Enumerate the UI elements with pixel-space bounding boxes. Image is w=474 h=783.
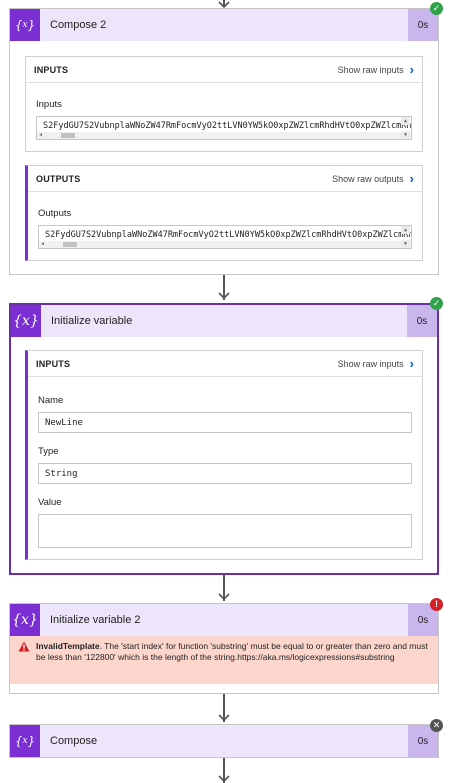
scrollbar-thumb[interactable]	[63, 242, 77, 247]
action-card-initialize-variable-2[interactable]: {x} Initialize variable 2 0s InvalidTemp…	[9, 603, 439, 694]
type-label: Type	[38, 446, 59, 457]
name-value: NewLine	[45, 417, 83, 428]
scroll-down-icon[interactable]: ▼	[401, 131, 410, 139]
scroll-left-icon[interactable]: ◀	[41, 241, 44, 248]
error-code: InvalidTemplate	[36, 641, 100, 651]
show-raw-inputs-link[interactable]: Show raw inputs ›	[338, 357, 414, 370]
chevron-right-icon: ›	[409, 356, 414, 371]
action-title: Initialize variable 2	[50, 614, 141, 626]
arrow-down-icon	[218, 714, 230, 722]
warning-icon	[18, 641, 30, 652]
chevron-right-icon: ›	[409, 62, 414, 77]
show-raw-inputs-label: Show raw inputs	[337, 64, 404, 75]
duration-badge: 0s	[407, 305, 437, 337]
horizontal-scrollbar[interactable]: ◀	[37, 132, 411, 139]
type-value: String	[45, 468, 78, 479]
action-header[interactable]: {x} Initialize variable 2 0s	[10, 604, 438, 636]
inputs-panel: INPUTS Show raw inputs › Name NewLine Ty…	[25, 350, 423, 560]
scroll-left-icon[interactable]: ◀	[39, 132, 42, 139]
arrow-down-icon	[218, 593, 230, 601]
action-header[interactable]: {x} Compose 0s	[10, 725, 438, 757]
action-header[interactable]: {x} Compose 2 0s	[10, 9, 438, 41]
type-field[interactable]: String	[38, 463, 412, 484]
scroll-up-icon[interactable]: ▲	[401, 226, 410, 234]
success-check-icon: ✓	[430, 297, 443, 310]
inputs-field-label: Inputs	[36, 99, 62, 110]
inputs-heading: INPUTS	[34, 64, 69, 75]
horizontal-scrollbar[interactable]: ◀	[39, 241, 411, 248]
show-raw-inputs-link[interactable]: Show raw inputs ›	[338, 63, 414, 76]
error-banner: InvalidTemplate. The 'start index' for f…	[10, 636, 438, 684]
compose-icon: {x}	[10, 725, 40, 757]
inputs-value-field[interactable]: S2FydGU7S2VubnplaWNoZW47RmFocmVyO2ttLVN0…	[36, 116, 412, 140]
inputs-value: S2FydGU7S2VubnplaWNoZW47RmFocmVyO2ttLVN0…	[43, 121, 412, 131]
value-field[interactable]	[38, 514, 412, 548]
outputs-panel: OUTPUTS Show raw outputs › Outputs S2Fyd…	[25, 165, 423, 261]
action-card-compose-2[interactable]: {x} Compose 2 0s INPUTS Show raw inputs …	[9, 8, 439, 275]
action-title: Compose	[50, 735, 98, 747]
action-card-compose[interactable]: {x} Compose 0s	[9, 724, 439, 758]
action-title: Initialize variable	[51, 315, 133, 327]
inputs-panel: INPUTS Show raw inputs › Inputs S2FydGU7…	[25, 56, 423, 152]
scroll-down-icon[interactable]: ▼	[401, 240, 410, 248]
name-label: Name	[38, 395, 64, 406]
action-card-initialize-variable[interactable]: {x} Initialize variable 0s INPUTS Show r…	[9, 303, 439, 575]
name-field[interactable]: NewLine	[38, 412, 412, 433]
chevron-right-icon: ›	[409, 171, 414, 186]
inputs-heading: INPUTS	[36, 358, 71, 369]
action-header[interactable]: {x} Initialize variable 0s	[11, 305, 437, 337]
success-check-icon: ✓	[430, 2, 443, 15]
variable-icon: {x}	[10, 604, 40, 636]
compose-icon: {x}	[10, 9, 40, 41]
outputs-field-label: Outputs	[38, 208, 72, 219]
show-raw-outputs-link[interactable]: Show raw outputs ›	[332, 172, 414, 185]
scrollbar-thumb[interactable]	[61, 133, 75, 138]
outputs-value: S2FydGU7S2VubnplaWNoZW47RmFocmVyO2ttLVN0…	[45, 230, 411, 240]
arrow-down-icon	[218, 292, 230, 300]
variable-icon: {x}	[11, 305, 41, 337]
cancelled-icon: ✕	[430, 719, 443, 732]
action-title: Compose 2	[50, 19, 107, 31]
scroll-up-icon[interactable]: ▲	[401, 117, 410, 125]
show-raw-outputs-label: Show raw outputs	[332, 173, 404, 184]
show-raw-inputs-label: Show raw inputs	[337, 358, 404, 369]
error-icon: !	[430, 598, 443, 611]
arrow-down-icon	[218, 775, 230, 783]
outputs-heading: OUTPUTS	[36, 173, 81, 184]
outputs-value-field[interactable]: S2FydGU7S2VubnplaWNoZW47RmFocmVyO2ttLVN0…	[38, 225, 412, 249]
value-label: Value	[38, 497, 62, 508]
